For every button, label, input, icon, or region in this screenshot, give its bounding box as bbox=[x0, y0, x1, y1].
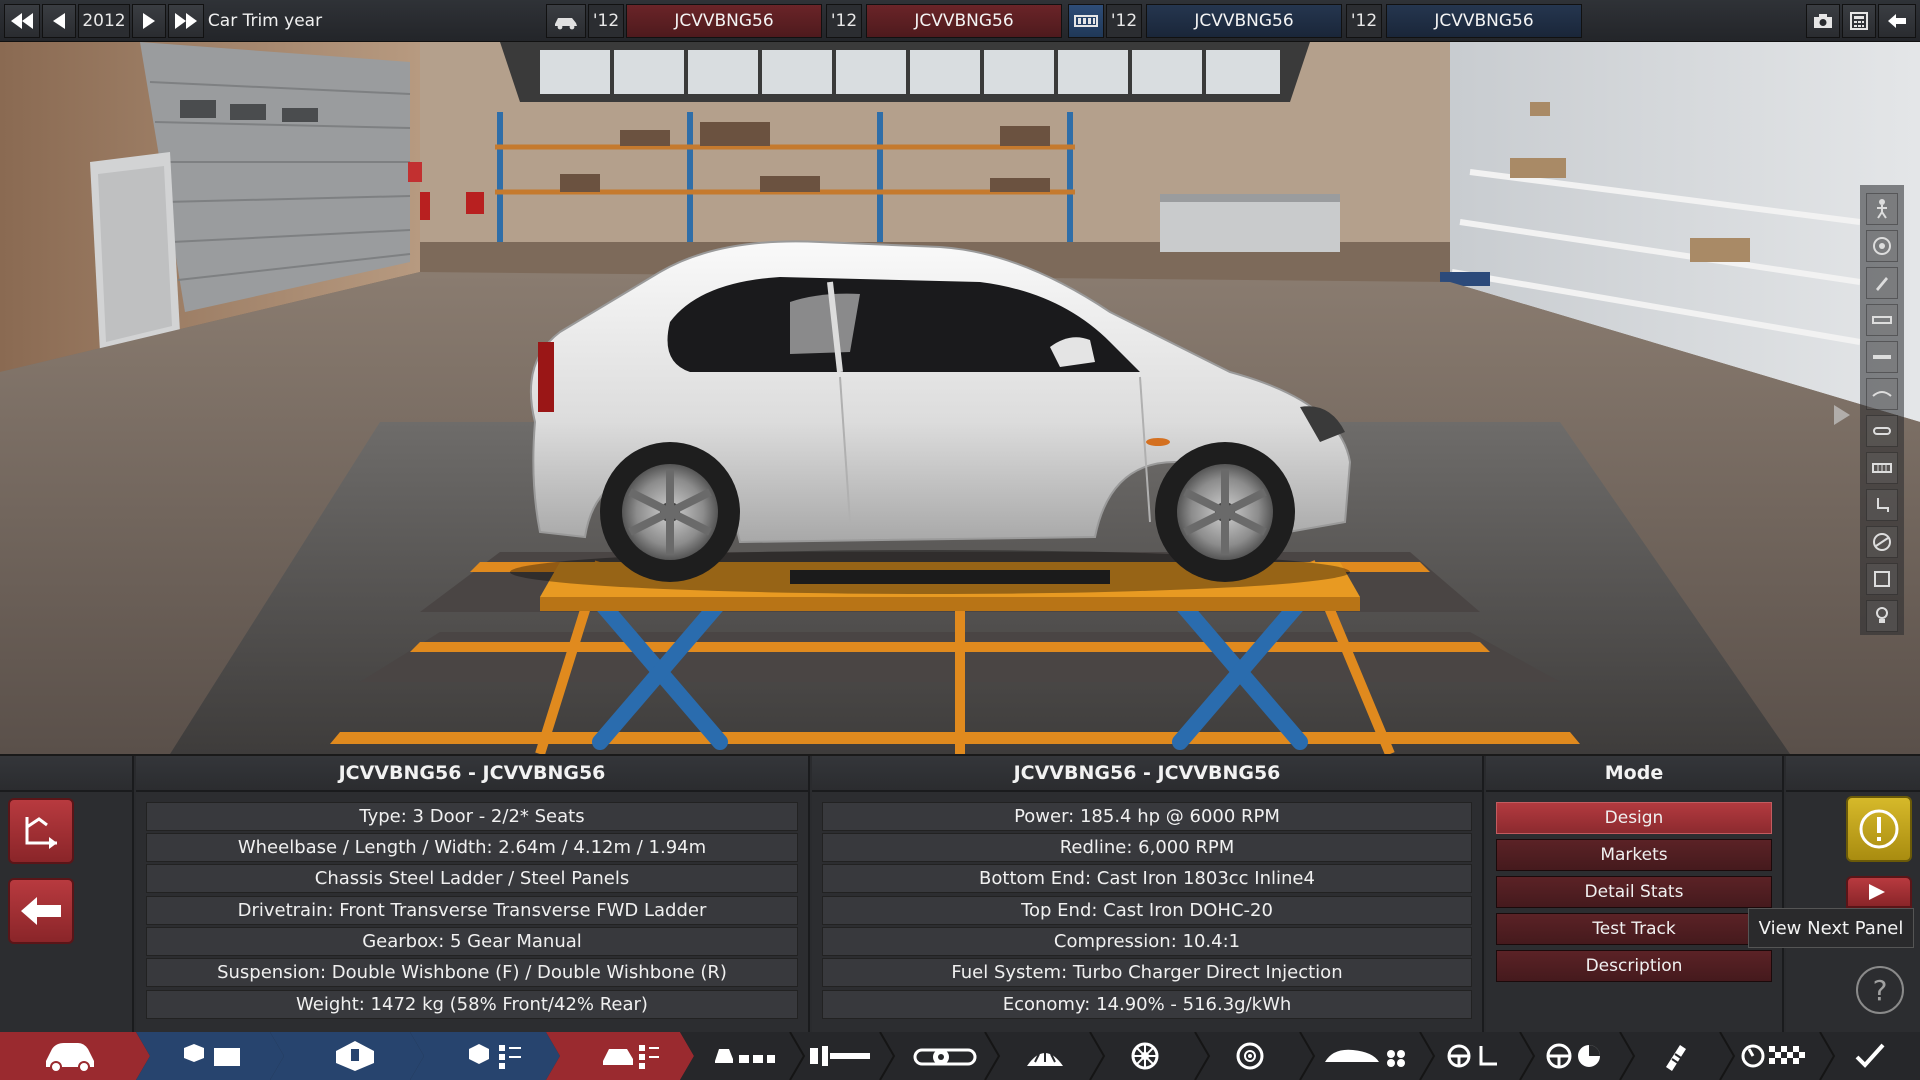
stat-row: Chassis Steel Ladder / Steel Panels bbox=[146, 864, 798, 893]
column-header bbox=[0, 756, 132, 792]
model-year: 2012 bbox=[78, 4, 130, 38]
engine-stats-column: JCVVBNG56 - JCVVBNG56 Power: 185.4 hp @ … bbox=[812, 756, 1484, 1034]
nav-suspension-icon[interactable] bbox=[900, 1032, 990, 1080]
nav-fixtures-icon[interactable] bbox=[1310, 1032, 1420, 1080]
engine-stats-title: JCVVBNG56 - JCVVBNG56 bbox=[812, 756, 1482, 792]
nav-interior-icon[interactable] bbox=[1425, 1032, 1525, 1080]
seat-icon[interactable] bbox=[1866, 489, 1898, 521]
slot-year: '12 bbox=[1346, 4, 1382, 38]
rewind-icon[interactable] bbox=[4, 4, 40, 38]
garage-scene[interactable] bbox=[0, 42, 1920, 754]
bumper-icon[interactable] bbox=[1866, 415, 1898, 447]
chassis-icon[interactable] bbox=[1866, 304, 1898, 336]
mode-markets-button[interactable]: Markets bbox=[1496, 839, 1772, 871]
back-button[interactable] bbox=[8, 878, 74, 944]
top-bar: 2012 Car Trim year '12 JCVVBNG56 '12 JCV… bbox=[0, 0, 1920, 42]
wheel-icon[interactable] bbox=[1866, 230, 1898, 262]
garage-illustration bbox=[0, 42, 1920, 754]
stat-row: Power: 185.4 hp @ 6000 RPM bbox=[822, 802, 1472, 831]
person-icon[interactable] bbox=[1866, 193, 1898, 225]
model-slot-1[interactable]: JCVVBNG56 bbox=[626, 4, 822, 38]
nav-seats-icon[interactable] bbox=[700, 1032, 790, 1080]
slot-year: '12 bbox=[826, 4, 862, 38]
paint-icon[interactable] bbox=[1866, 267, 1898, 299]
stat-row: Wheelbase / Length / Width: 2.64m / 4.12… bbox=[146, 833, 798, 862]
mode-title: Mode bbox=[1486, 756, 1782, 792]
mode-description-button[interactable]: Description bbox=[1496, 950, 1772, 982]
grille-icon[interactable] bbox=[1866, 452, 1898, 484]
slot-year: '12 bbox=[1106, 4, 1142, 38]
calculator-icon[interactable] bbox=[1842, 4, 1876, 38]
car-model-icon[interactable] bbox=[546, 4, 586, 38]
trim-stats-column: JCVVBNG56 - JCVVBNG56 Type: 3 Door - 2/2… bbox=[136, 756, 810, 1034]
stat-row: Fuel System: Turbo Charger Direct Inject… bbox=[822, 958, 1472, 987]
stat-row: Drivetrain: Front Transverse Transverse … bbox=[146, 896, 798, 925]
next-panel-button[interactable] bbox=[1846, 876, 1912, 908]
chassis-view-button[interactable] bbox=[8, 798, 74, 864]
mode-test-track-button[interactable]: Test Track bbox=[1496, 913, 1772, 945]
trim-slot-1[interactable]: JCVVBNG56 bbox=[866, 4, 1062, 38]
fast-forward-icon[interactable] bbox=[168, 4, 204, 38]
nav-engine-block-icon[interactable] bbox=[160, 1032, 270, 1080]
stat-row: Suspension: Double Wishbone (F) / Double… bbox=[146, 958, 798, 987]
next-year-icon[interactable] bbox=[132, 4, 166, 38]
stat-row: Compression: 10.4:1 bbox=[822, 927, 1472, 956]
stat-row: Gearbox: 5 Gear Manual bbox=[146, 927, 798, 956]
panel-icon[interactable] bbox=[1866, 341, 1898, 373]
nav-gearbox-icon[interactable] bbox=[800, 1032, 880, 1080]
column-header bbox=[1786, 756, 1920, 792]
engine-variant-slot-1[interactable]: JCVVBNG56 bbox=[1386, 4, 1582, 38]
stat-row: Redline: 6,000 RPM bbox=[822, 833, 1472, 862]
bottom-navigation bbox=[0, 1032, 1920, 1080]
engine-slot-1[interactable]: JCVVBNG56 bbox=[1146, 4, 1342, 38]
nav-testing-icon[interactable] bbox=[1725, 1032, 1825, 1080]
stat-row: Type: 3 Door - 2/2* Seats bbox=[146, 802, 798, 831]
mode-detail-stats-button[interactable]: Detail Stats bbox=[1496, 876, 1772, 908]
slot-year: '12 bbox=[588, 4, 624, 38]
engine-family-icon[interactable] bbox=[1068, 4, 1104, 38]
steering-icon[interactable] bbox=[1866, 526, 1898, 558]
next-panel-tooltip: View Next Panel bbox=[1748, 908, 1914, 948]
help-button[interactable]: ? bbox=[1856, 966, 1904, 1014]
stat-row: Bottom End: Cast Iron 1803cc Inline4 bbox=[822, 864, 1472, 893]
expand-strip-icon[interactable] bbox=[1828, 400, 1856, 430]
stat-row: Economy: 14.90% - 516.3g/kWh bbox=[822, 990, 1472, 1019]
mode-design-button[interactable]: Design bbox=[1496, 802, 1772, 834]
nav-engine-parts-icon[interactable] bbox=[300, 1032, 410, 1080]
stat-row: Top End: Cast Iron DOHC-20 bbox=[822, 896, 1472, 925]
trim-stats-title: JCVVBNG56 - JCVVBNG56 bbox=[136, 756, 808, 792]
trim-year-label: Car Trim year bbox=[207, 11, 323, 31]
view-tools-strip bbox=[1860, 185, 1904, 635]
nav-car-trim-icon[interactable] bbox=[576, 1032, 686, 1080]
frame-icon[interactable] bbox=[1866, 563, 1898, 595]
nav-finish-checkmark-icon[interactable] bbox=[1830, 1032, 1910, 1080]
back-arrow-icon[interactable] bbox=[1878, 4, 1916, 38]
light-bulb-icon[interactable] bbox=[1866, 600, 1898, 632]
nav-engine-tune-icon[interactable] bbox=[440, 1032, 550, 1080]
nav-safety-icon[interactable] bbox=[1525, 1032, 1625, 1080]
nav-wheels-icon[interactable] bbox=[1100, 1032, 1190, 1080]
nav-car-body-icon[interactable] bbox=[20, 1032, 120, 1080]
camera-icon[interactable] bbox=[1806, 4, 1840, 38]
warnings-button[interactable] bbox=[1846, 796, 1912, 862]
nav-aero-icon[interactable] bbox=[1000, 1032, 1090, 1080]
stat-row: Weight: 1472 kg (58% Front/42% Rear) bbox=[146, 990, 798, 1019]
previous-year-icon[interactable] bbox=[42, 4, 76, 38]
spoiler-icon[interactable] bbox=[1866, 378, 1898, 410]
nav-brakes-icon[interactable] bbox=[1205, 1032, 1295, 1080]
nav-tuning-icon[interactable] bbox=[1625, 1032, 1725, 1080]
